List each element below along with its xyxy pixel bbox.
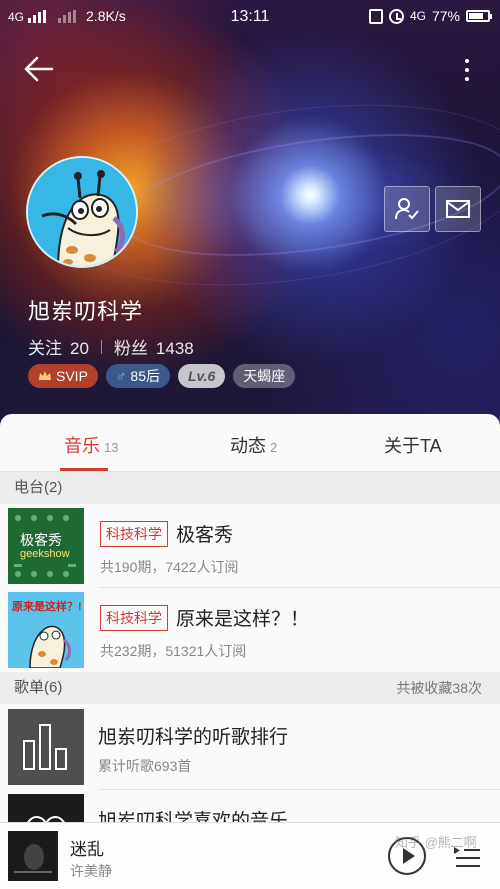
profile-tabs: 音乐 13 动态 2 关于TA (0, 414, 500, 472)
tab-activity[interactable]: 动态 2 (230, 432, 277, 458)
now-playing-artist: 许美静 (70, 863, 112, 879)
zodiac-badge: 天蝎座 (233, 364, 296, 388)
playlist-cover (8, 709, 84, 785)
following-count: 20 (70, 339, 89, 358)
tab-label: 音乐 (64, 436, 100, 456)
playlist-item[interactable]: 旭岽叨科学的听歌排行 累计听歌693首 (0, 704, 500, 790)
cover-text: 原来是这样？! (12, 601, 82, 613)
user-check-icon (395, 198, 419, 220)
following-stat[interactable]: 关注 20 (28, 334, 89, 359)
battery-percent: 77% (431, 8, 460, 24)
divider (100, 339, 102, 354)
age-label: 85后 (130, 368, 160, 384)
back-button[interactable] (18, 52, 58, 86)
fans-label: 粉丝 (113, 339, 148, 358)
tab-label: 动态 (230, 436, 266, 456)
watermark: 知乎 @熊二啊 (395, 835, 477, 850)
level-badge[interactable]: Lv.6 (177, 364, 226, 388)
album-cover-image (8, 831, 58, 881)
playlist-title: 旭岽叨科学的听歌排行 (98, 727, 289, 748)
svip-badge[interactable]: SVIP (28, 364, 98, 388)
age-badge: ♂ 85后 (105, 364, 170, 388)
section-title: 歌单(6) (14, 679, 63, 696)
male-icon: ♂ (115, 368, 127, 384)
svip-label: SVIP (56, 368, 88, 384)
section-title: 电台(2) (14, 479, 63, 496)
level-label: Lv.6 (187, 368, 216, 384)
giraffe-avatar-image (28, 158, 136, 266)
playlist-meta: 累计听歌693首 (98, 758, 192, 774)
profile-badges: SVIP ♂ 85后 Lv.6 天蝎座 (28, 364, 296, 388)
cover-text: geekshow (20, 548, 70, 560)
category-tag: 科技科学 (100, 604, 168, 631)
radio-cover: 极客秀 geekshow (8, 508, 84, 584)
tab-count: 13 (104, 440, 119, 455)
network-type: 4G (409, 9, 426, 23)
active-tab-indicator (60, 468, 108, 471)
zodiac-label: 天蝎座 (243, 368, 286, 384)
tab-music[interactable]: 音乐 13 (64, 432, 118, 458)
back-arrow-icon (24, 56, 54, 82)
now-playing-title: 迷乱 (70, 840, 104, 859)
tab-label: 关于TA (384, 436, 442, 456)
collect-count: 共被收藏38次 (396, 680, 482, 696)
follow-button[interactable] (384, 186, 430, 232)
battery-icon (466, 10, 492, 22)
radio-title: 科技科学 原来是这样？！ (100, 604, 309, 631)
alarm-icon (388, 8, 404, 24)
now-playing-cover (8, 831, 58, 881)
fans-count: 1438 (155, 339, 194, 358)
radio-item[interactable]: 极客秀 geekshow 科技科学 极客秀 共190期，7422人订阅 (0, 504, 500, 588)
radio-meta: 共190期，7422人订阅 (100, 559, 239, 575)
mail-icon (446, 200, 470, 218)
category-tag: 科技科学 (100, 520, 168, 547)
follow-stats: 关注 20 粉丝 1438 (28, 334, 194, 359)
user-name: 旭岽叨科学 (28, 299, 144, 324)
radio-item[interactable]: 原来是这样？! 科技科学 原来是这样？！ 共232期，51321人订阅 (0, 588, 500, 672)
message-button[interactable] (435, 186, 481, 232)
status-bar: 4G 2.8K/s 13:11 4G 77% (0, 0, 500, 34)
avatar[interactable] (26, 156, 138, 268)
tab-about[interactable]: 关于TA (384, 432, 442, 458)
cover-text: 极客秀 (20, 532, 62, 548)
radio-name: 原来是这样？！ (176, 609, 310, 630)
more-vertical-icon (452, 52, 482, 81)
radio-meta: 共232期，51321人订阅 (100, 643, 247, 659)
fans-stat[interactable]: 粉丝 1438 (114, 334, 194, 359)
more-options-button[interactable] (452, 52, 482, 86)
tab-count: 2 (270, 440, 278, 455)
radio-cover: 原来是这样？! (8, 592, 84, 668)
radio-name: 极客秀 (176, 525, 234, 546)
playlist-section-header: 歌单(6) 共被收藏38次 (0, 672, 500, 704)
following-label: 关注 (28, 339, 62, 358)
crown-icon (39, 371, 51, 380)
ranking-chart-icon (8, 709, 84, 785)
radio-section-header: 电台(2) (0, 472, 500, 504)
radio-title: 科技科学 极客秀 (100, 520, 233, 547)
vibrate-icon (368, 8, 383, 24)
